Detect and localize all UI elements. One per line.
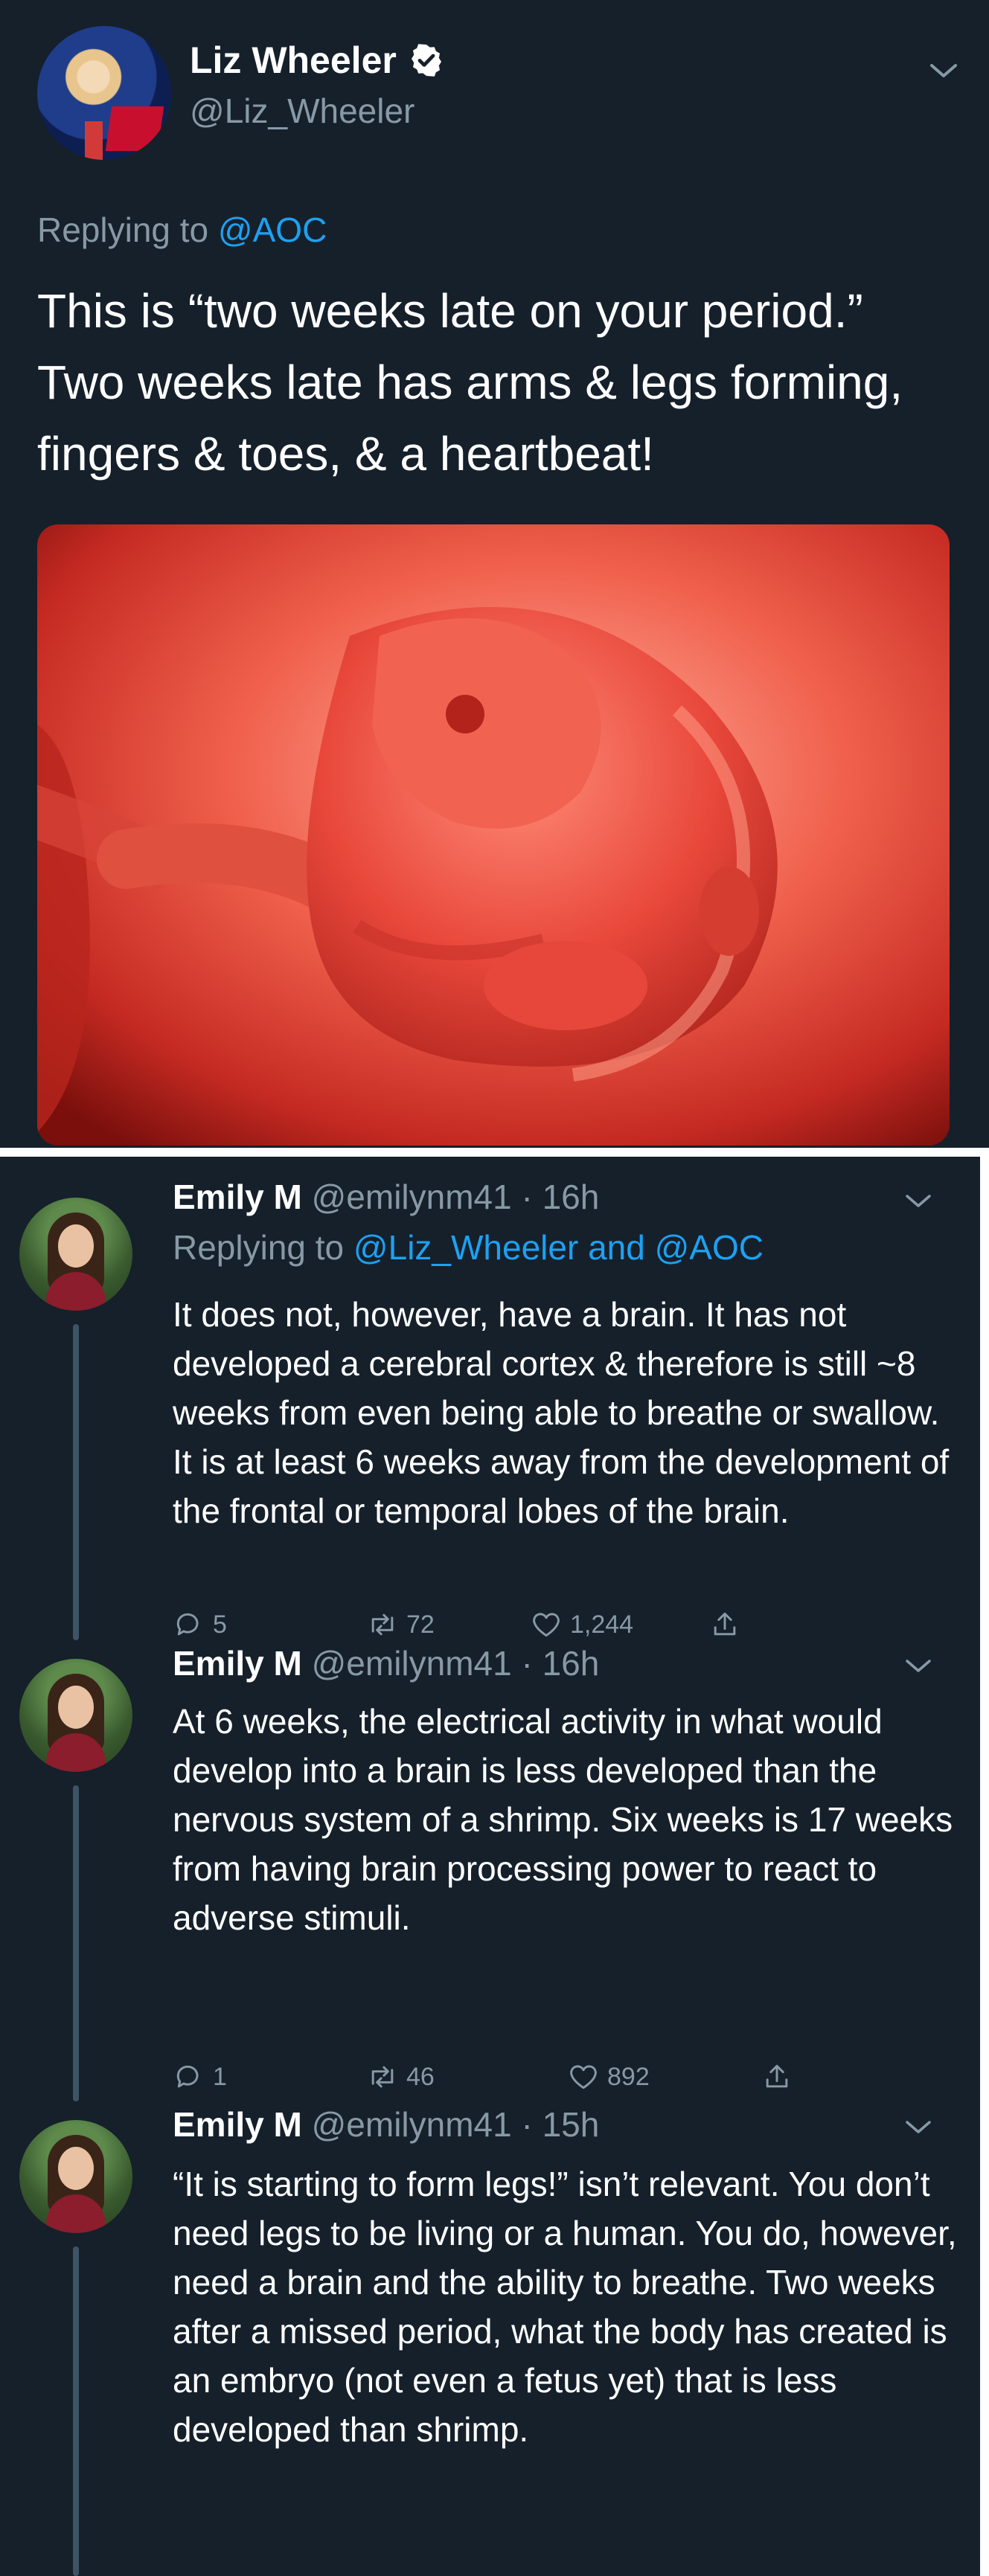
- reply-count: 5: [213, 1610, 227, 1639]
- retweet-button[interactable]: 46: [366, 2061, 435, 2093]
- main-tweet: Liz Wheeler @Liz_Wheeler Replying to @AO…: [0, 0, 989, 1148]
- embryo-image: [37, 524, 950, 1146]
- reply-count: 1: [213, 2062, 227, 2091]
- retweet-count: 72: [406, 1610, 435, 1639]
- reply-button[interactable]: 1: [173, 2061, 227, 2093]
- reply-tweet[interactable]: Emily M @emilynm41 · 16h Replying to @Li…: [0, 1157, 980, 1640]
- tweet-text: This is “two weeks late on your period.”…: [37, 284, 903, 481]
- retweet-icon: [371, 1613, 394, 1636]
- chevron-down-icon[interactable]: [903, 2118, 933, 2137]
- reply-tweet[interactable]: Emily M @emilynm41 · 16h At 6 weeks, the…: [0, 1640, 980, 2101]
- share-button[interactable]: [761, 2061, 801, 2093]
- mention-link[interactable]: @Liz_Wheeler: [353, 1228, 578, 1267]
- timestamp[interactable]: · 16h: [522, 1644, 600, 1683]
- avatar[interactable]: [37, 26, 171, 160]
- reply-icon: [176, 2065, 199, 2088]
- author-handle[interactable]: @emilynm41: [312, 2105, 512, 2144]
- display-name[interactable]: Emily M: [173, 2105, 302, 2144]
- avatar[interactable]: [19, 1659, 132, 1772]
- reply-header: Emily M @emilynm41 · 15h: [173, 2104, 599, 2145]
- retweet-icon: [371, 2066, 394, 2088]
- avatar[interactable]: [19, 2120, 132, 2233]
- replying-prefix: Replying to: [173, 1228, 345, 1267]
- action-bar: 1 46 892: [173, 2061, 842, 2105]
- replying-prefix: Replying to: [37, 211, 209, 249]
- tweet-text: “It is starting to form legs!” isn’t rel…: [173, 2165, 957, 2449]
- tweet-text: At 6 weeks, the electrical activity in w…: [173, 1702, 953, 1937]
- reply-header: Emily M @emilynm41 · 16h: [173, 1643, 599, 1683]
- author-handle[interactable]: @Liz_Wheeler: [190, 91, 415, 131]
- thread-connector: [73, 1324, 79, 1640]
- replying-join: and: [588, 1228, 645, 1267]
- avatar[interactable]: [19, 1198, 132, 1311]
- thread-connector: [73, 2246, 79, 2576]
- retweet-button[interactable]: 72: [366, 1608, 435, 1641]
- reply-thread: Emily M @emilynm41 · 16h Replying to @Li…: [0, 1157, 980, 2576]
- reply-icon: [176, 1613, 199, 1636]
- timestamp[interactable]: · 15h: [522, 2105, 600, 2144]
- like-icon: [570, 2065, 597, 2090]
- chevron-down-icon[interactable]: [903, 1657, 933, 1676]
- tweet-media[interactable]: [37, 524, 950, 1146]
- share-icon: [714, 1612, 736, 1636]
- mention-link[interactable]: @AOC: [655, 1228, 764, 1267]
- chevron-down-icon[interactable]: [927, 60, 960, 82]
- timestamp[interactable]: · 16h: [522, 1178, 600, 1216]
- reply-button[interactable]: 5: [173, 1608, 227, 1641]
- retweet-count: 46: [406, 2062, 435, 2091]
- author-handle[interactable]: @emilynm41: [312, 1644, 512, 1683]
- like-count: 892: [607, 2062, 650, 2091]
- reply-header: Emily M @emilynm41 · 16h: [173, 1177, 599, 1217]
- thread-connector: [73, 1785, 79, 2101]
- like-button[interactable]: 892: [567, 2061, 650, 2093]
- like-icon: [533, 1613, 560, 1637]
- like-count: 1,244: [570, 1610, 634, 1639]
- share-button[interactable]: [708, 1608, 749, 1641]
- author-name-row[interactable]: Liz Wheeler: [190, 39, 444, 82]
- tweet-text: It does not, however, have a brain. It h…: [173, 1295, 950, 1530]
- verified-badge-icon: [411, 44, 441, 77]
- reply-tweet[interactable]: Emily M @emilynm41 · 15h “It is starting…: [0, 2101, 980, 2576]
- display-name[interactable]: Liz Wheeler: [190, 39, 397, 82]
- author-handle[interactable]: @emilynm41: [312, 1178, 512, 1216]
- display-name[interactable]: Emily M: [173, 1644, 302, 1683]
- display-name[interactable]: Emily M: [173, 1178, 302, 1216]
- replying-to: Replying to @Liz_Wheeler and @AOC: [173, 1227, 764, 1268]
- like-button[interactable]: 1,244: [530, 1608, 633, 1641]
- replying-to: Replying to @AOC: [37, 210, 327, 250]
- mention-link[interactable]: @AOC: [218, 211, 327, 249]
- chevron-down-icon[interactable]: [903, 1192, 933, 1211]
- share-icon: [766, 2064, 788, 2088]
